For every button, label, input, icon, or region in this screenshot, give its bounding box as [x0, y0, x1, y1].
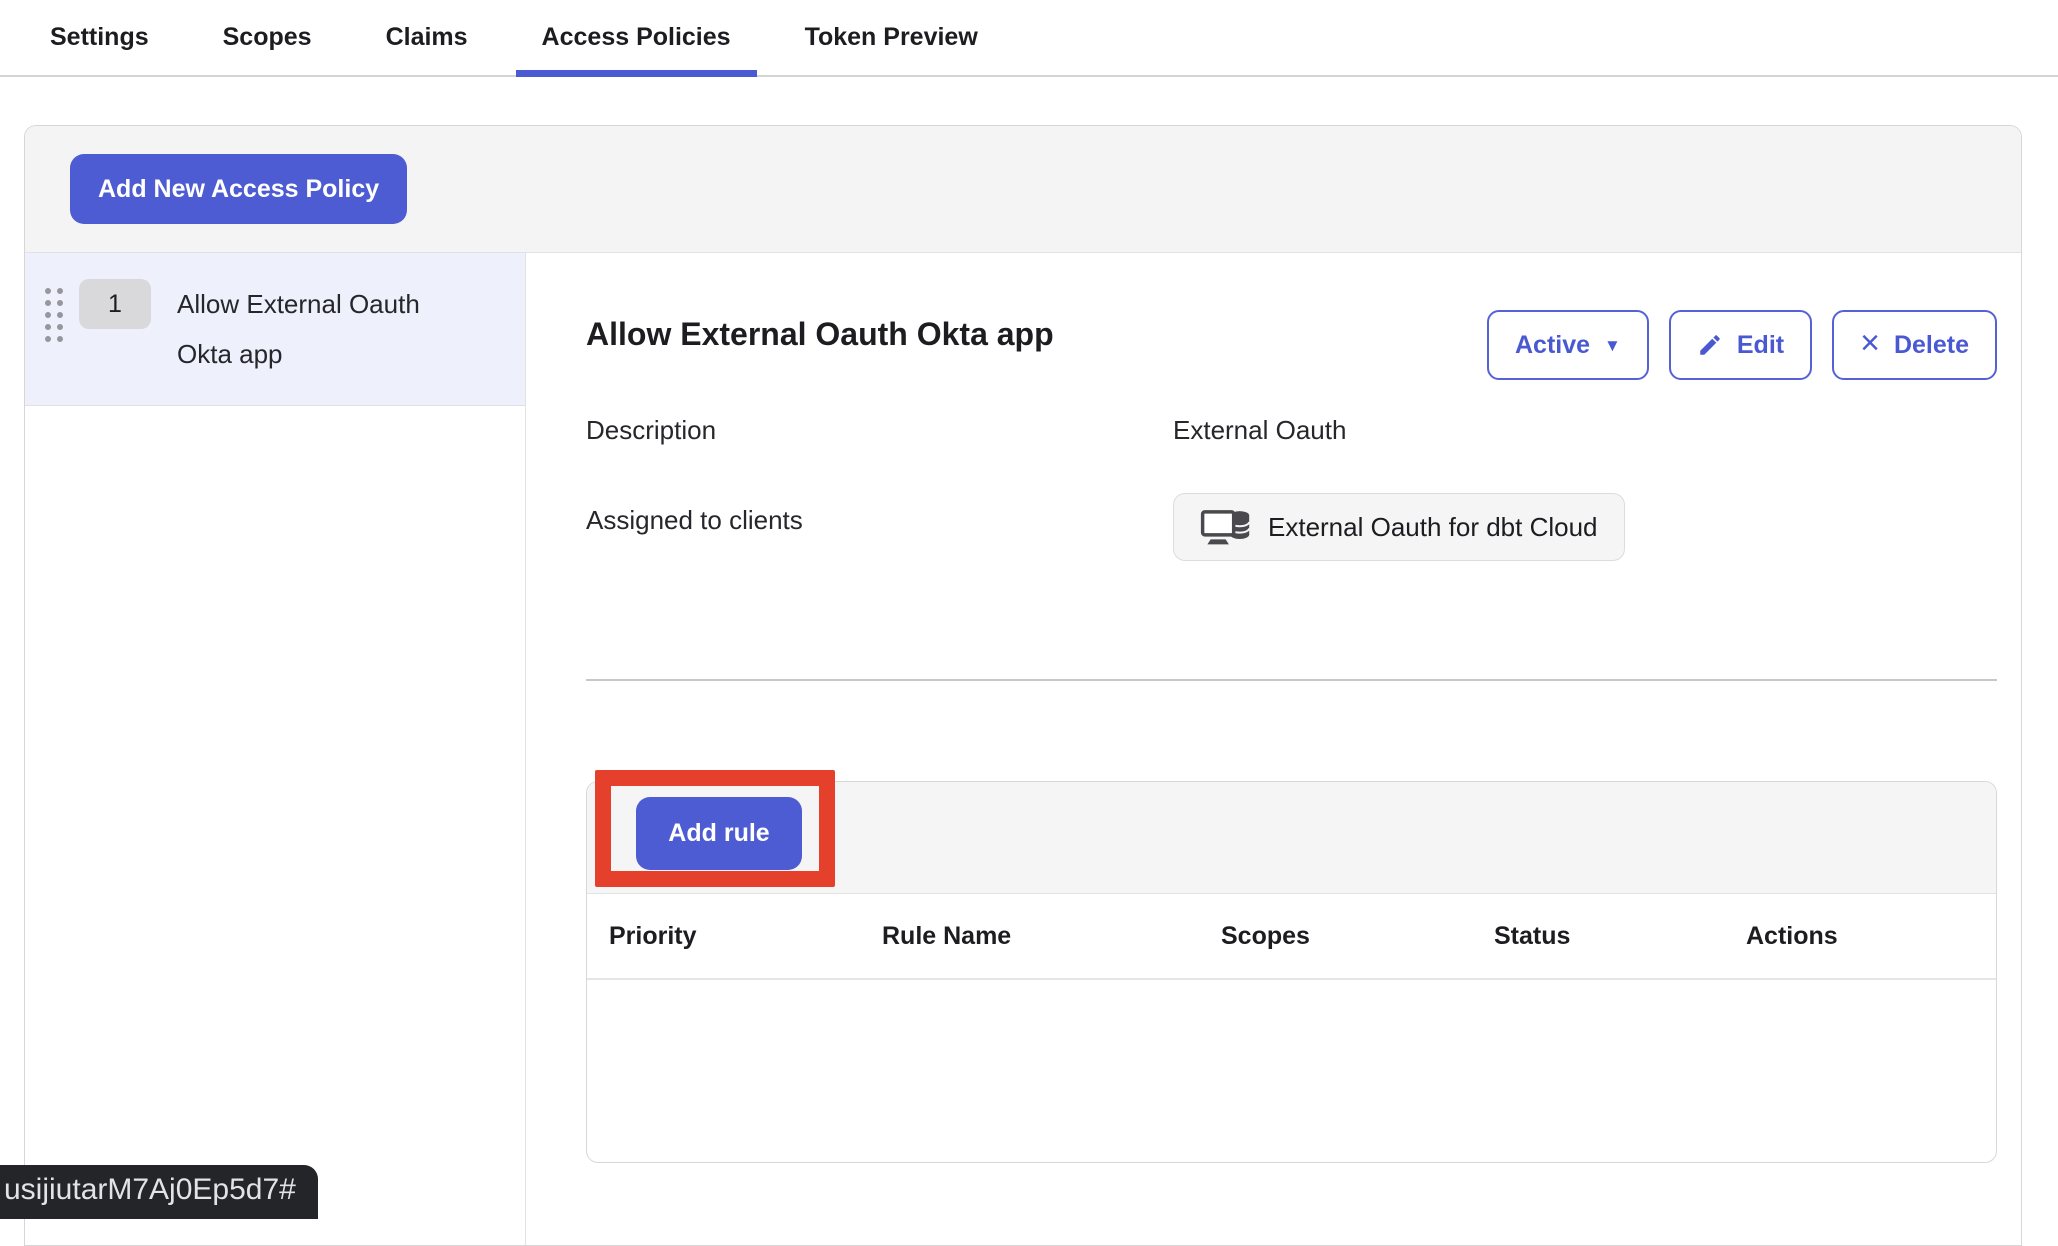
tab-access-policies[interactable]: Access Policies	[516, 0, 757, 75]
rules-table-empty-body	[587, 980, 1996, 1160]
chevron-down-icon: ▼	[1604, 337, 1621, 354]
computer-icon	[1200, 506, 1252, 548]
assigned-to-clients-label: Assigned to clients	[586, 503, 1173, 537]
panel-toolbar: Add New Access Policy	[25, 126, 2021, 253]
pencil-icon	[1697, 332, 1723, 358]
delete-button[interactable]: × Delete	[1832, 310, 1997, 380]
policy-list-item[interactable]: 1 Allow External Oauth Okta app	[25, 253, 525, 406]
client-chip-label: External Oauth for dbt Cloud	[1268, 512, 1598, 543]
column-header-scopes: Scopes	[1221, 922, 1494, 951]
policy-actions: Active ▼ Edit × Delete	[1487, 310, 1997, 380]
status-url-tooltip: usijiutarM7Aj0Ep5d7#	[0, 1165, 318, 1219]
policy-detail-header: Allow External Oauth Okta app Active ▼ E…	[586, 310, 1997, 380]
tab-bar: Settings Scopes Claims Access Policies T…	[0, 0, 2058, 77]
panel-body: 1 Allow External Oauth Okta app Allow Ex…	[25, 253, 2021, 1245]
column-header-status: Status	[1494, 922, 1746, 951]
column-header-priority: Priority	[609, 922, 882, 951]
add-new-access-policy-button[interactable]: Add New Access Policy	[70, 154, 407, 224]
rules-card: Add rule Priority Rule Name Scopes Statu…	[586, 781, 1997, 1163]
description-label: Description	[586, 413, 1173, 447]
add-rule-button[interactable]: Add rule	[636, 797, 802, 870]
policy-list: 1 Allow External Oauth Okta app	[25, 253, 526, 1245]
policy-name-label: Allow External Oauth Okta app	[177, 279, 477, 379]
section-divider	[586, 679, 1997, 681]
client-chip[interactable]: External Oauth for dbt Cloud	[1173, 493, 1625, 561]
edit-label: Edit	[1737, 331, 1784, 360]
rules-toolbar: Add rule	[587, 782, 1996, 894]
tab-token-preview[interactable]: Token Preview	[779, 0, 1004, 75]
rules-table-header: Priority Rule Name Scopes Status Actions	[587, 894, 1996, 980]
tab-settings[interactable]: Settings	[24, 0, 175, 75]
status-dropdown-button[interactable]: Active ▼	[1487, 310, 1649, 380]
close-icon: ×	[1860, 326, 1880, 360]
status-label: Active	[1515, 331, 1590, 360]
policy-priority-badge: 1	[79, 279, 151, 329]
assigned-clients-value: External Oauth for dbt Cloud	[1173, 503, 1997, 561]
drag-handle-icon[interactable]	[45, 288, 63, 342]
policy-detail-panel: Allow External Oauth Okta app Active ▼ E…	[526, 253, 2021, 1245]
tab-claims[interactable]: Claims	[360, 0, 494, 75]
column-header-actions: Actions	[1746, 922, 1996, 951]
access-policies-panel: Add New Access Policy 1 Allow External O…	[24, 125, 2022, 1246]
policy-fields: Description External Oauth Assigned to c…	[586, 413, 1997, 561]
description-value: External Oauth	[1173, 413, 1997, 447]
column-header-rule-name: Rule Name	[882, 922, 1221, 951]
delete-label: Delete	[1894, 331, 1969, 360]
policy-title: Allow External Oauth Okta app	[586, 316, 1054, 353]
tab-scopes[interactable]: Scopes	[197, 0, 338, 75]
edit-button[interactable]: Edit	[1669, 310, 1812, 380]
